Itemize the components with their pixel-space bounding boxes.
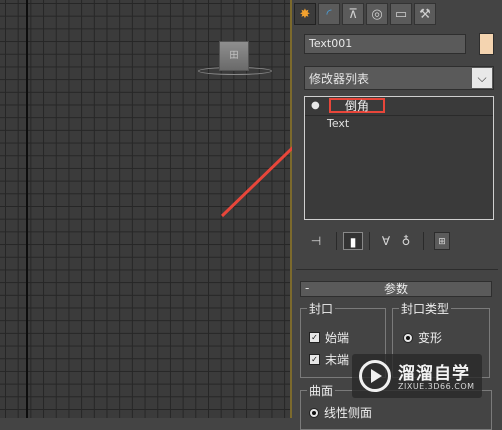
hammer-icon: ⚒ [419, 6, 431, 22]
watermark-name: 溜溜自学 [398, 364, 470, 384]
cap-start-option[interactable]: ✓ 始端 [309, 329, 349, 346]
rollout-title: 参数 [383, 282, 408, 296]
motion-icon: ◎ [371, 6, 383, 22]
chevron-down-icon[interactable]: ⌵ [472, 68, 492, 88]
hierarchy-tab[interactable]: ⊼ [342, 3, 364, 25]
monitor-icon: ▭ [394, 6, 408, 22]
group-title: 封口 [307, 300, 336, 317]
stack-item-label: Text [327, 117, 350, 130]
make-unique-icon[interactable]: ∀ [378, 232, 394, 250]
modify-tab[interactable]: ◜ [318, 3, 340, 25]
motion-tab[interactable]: ◎ [366, 3, 388, 25]
cap-end-option[interactable]: ✓ 末端 [309, 351, 349, 368]
group-title: 曲面 [307, 382, 336, 399]
watermark: 溜溜自学 ZIXUE.3D66.COM [352, 354, 482, 398]
toolbar-divider [423, 232, 424, 250]
toolbar-divider [336, 232, 337, 250]
modifier-stack[interactable]: ● 倒角 Text [304, 96, 494, 220]
stack-item-bevel[interactable]: ● 倒角 [305, 98, 493, 115]
create-tab[interactable]: ✸ [294, 3, 316, 25]
linear-sides-radio[interactable] [309, 407, 319, 418]
morph-radio[interactable] [403, 332, 413, 343]
stack-item-label: 倒角 [329, 98, 385, 113]
object-color-swatch[interactable] [479, 33, 494, 55]
hierarchy-icon: ⊼ [348, 6, 358, 22]
morph-label: 变形 [418, 331, 443, 345]
cap-start-checkbox[interactable]: ✓ [309, 332, 320, 343]
play-logo-icon [359, 360, 391, 392]
cap-end-label: 末端 [325, 353, 350, 367]
cap-start-label: 始端 [325, 331, 350, 345]
stack-item-text[interactable]: Text [305, 115, 493, 132]
utilities-tab[interactable]: ⚒ [414, 3, 436, 25]
object-name-field[interactable]: Text001 [304, 34, 466, 54]
lightbulb-icon[interactable]: ● [311, 100, 321, 112]
group-title: 封口类型 [399, 300, 452, 317]
show-end-result-button[interactable]: ▮ [343, 232, 363, 250]
parameters-rollout-header[interactable]: - 参数 [300, 281, 492, 297]
pin-stack-icon[interactable]: ⊣ [306, 232, 326, 250]
configure-sets-icon[interactable]: ⊞ [434, 232, 450, 250]
linear-sides-label: 线性侧面 [324, 406, 373, 420]
watermark-url: ZIXUE.3D66.COM [398, 382, 475, 391]
morph-option[interactable]: 变形 [403, 329, 442, 346]
command-panel-tabs: ✸ ◜ ⊼ ◎ ▭ ⚒ [294, 3, 436, 27]
panel-divider [296, 269, 498, 270]
cap-end-checkbox[interactable]: ✓ [309, 354, 320, 365]
remove-modifier-icon[interactable]: ♁ [398, 232, 414, 250]
curve-icon: ◜ [326, 6, 332, 22]
display-tab[interactable]: ▭ [390, 3, 412, 25]
linear-sides-option[interactable]: 线性侧面 [309, 404, 372, 421]
sun-star-icon: ✸ [299, 6, 311, 22]
modifier-list-dropdown[interactable]: 修改器列表 ⌵ [304, 66, 494, 90]
modifier-list-label: 修改器列表 [309, 72, 370, 86]
toolbar-divider [369, 232, 370, 250]
